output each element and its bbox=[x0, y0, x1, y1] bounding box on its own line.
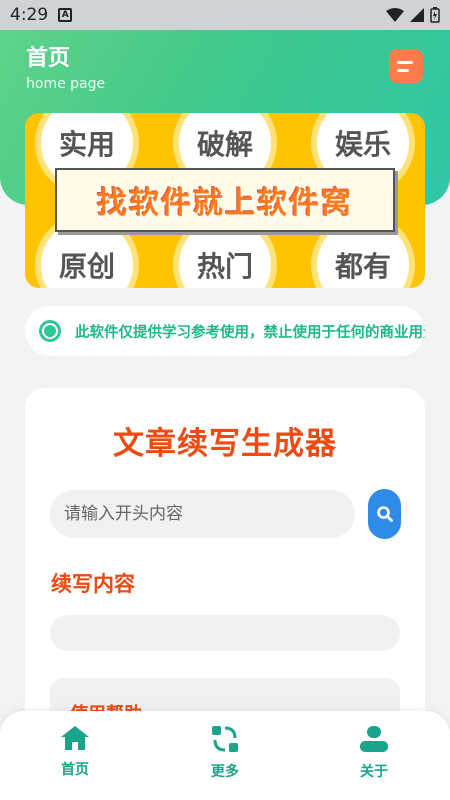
search-button[interactable] bbox=[368, 489, 401, 539]
notice-dot-icon bbox=[39, 320, 61, 342]
page-subtitle: home page bbox=[26, 76, 106, 92]
list-icon[interactable] bbox=[389, 49, 423, 83]
page-title: 首页 bbox=[26, 46, 71, 71]
status-icons bbox=[386, 7, 440, 23]
nav-item-about[interactable]: 关于 bbox=[334, 725, 414, 781]
notice-text: 此软件仅提供学习参考使用，禁止使用于任何的商业用途 bbox=[75, 324, 425, 341]
banner-headline: 找软件就上软件窝 bbox=[55, 168, 395, 232]
nav-label: 关于 bbox=[360, 764, 388, 780]
notification-a-icon: A bbox=[58, 8, 73, 22]
search-icon bbox=[376, 506, 393, 522]
home-icon bbox=[61, 726, 89, 750]
card-title: 文章续写生成器 bbox=[113, 426, 337, 462]
nav-item-home[interactable]: 首页 bbox=[35, 725, 115, 779]
status-time: 4:29 bbox=[10, 5, 49, 25]
output-label: 续写内容 bbox=[51, 572, 135, 596]
nav-label: 更多 bbox=[211, 764, 239, 780]
nav-item-more[interactable]: 更多 bbox=[185, 725, 265, 781]
signal-icon bbox=[410, 8, 424, 22]
wifi-icon bbox=[386, 8, 404, 22]
status-bar: 4:29 A bbox=[0, 0, 450, 30]
user-icon bbox=[360, 726, 388, 752]
notice-bar: 此软件仅提供学习参考使用，禁止使用于任何的商业用途 bbox=[25, 306, 425, 356]
opening-input[interactable] bbox=[50, 490, 355, 538]
banner[interactable]: 实用 破解 娱乐 原创 热门 都有 找软件就上软件窝 bbox=[25, 113, 425, 288]
refresh-apps-icon bbox=[212, 726, 238, 752]
battery-icon bbox=[430, 7, 440, 23]
bottom-nav: 首页 更多 关于 bbox=[0, 711, 450, 800]
output-field[interactable] bbox=[50, 615, 400, 651]
nav-label: 首页 bbox=[61, 762, 89, 778]
